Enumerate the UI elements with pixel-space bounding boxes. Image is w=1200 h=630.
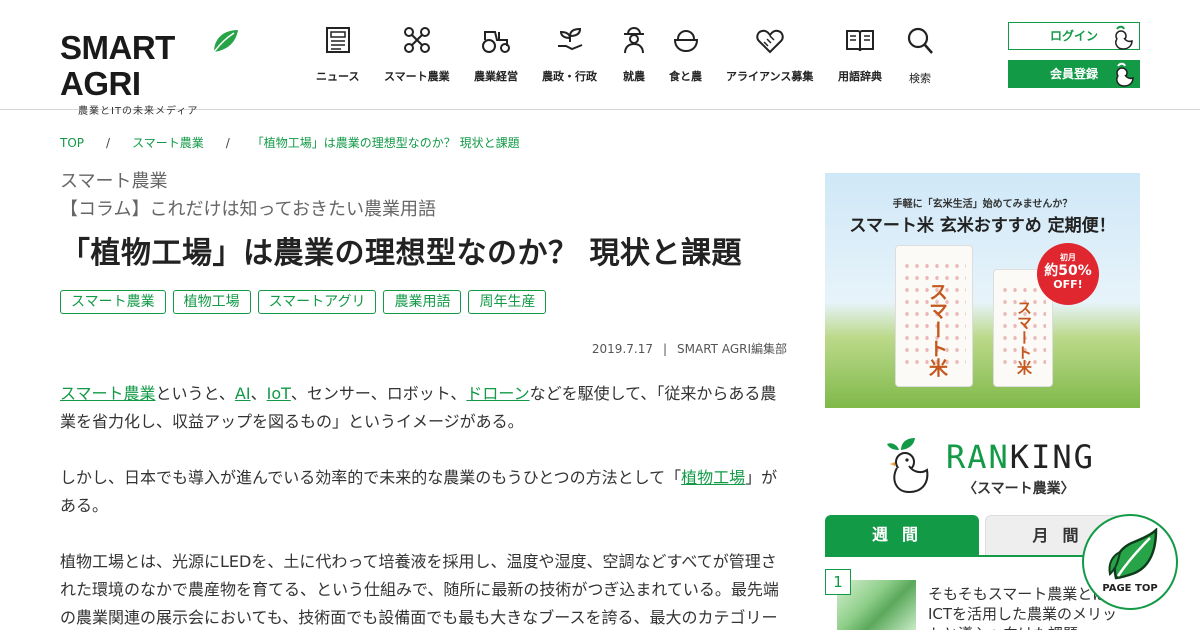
paragraph: スマート農業というと、AI、IoT、センサー、ロボット、ドローンなどを駆使して、…	[60, 380, 790, 436]
nav-label: ニュース	[316, 70, 360, 83]
nav-item-policy[interactable]: 農政・行政	[542, 26, 597, 84]
ranking-heading: RANKING 〈スマート農業〉	[825, 430, 1140, 500]
bird-icon	[1116, 62, 1134, 87]
tag[interactable]: 周年生産	[468, 290, 547, 314]
register-label: 会員登録	[1049, 67, 1098, 81]
ad-tagline: 手軽に「玄米生活」始めてみませんか？	[892, 199, 1073, 210]
link-iot[interactable]: IoT	[267, 384, 291, 403]
rice-bowl-icon	[673, 29, 698, 53]
bird-icon	[1115, 25, 1133, 50]
breadcrumb: TOP / スマート農業 / 「植物工場」は農業の理想型なのか？ 現状と課題	[60, 134, 520, 151]
tag-list: スマート農業 植物工場 スマートアグリ 農業用語 周年生産	[60, 290, 790, 314]
rice-bag-label: スマート米	[1015, 300, 1033, 375]
nav-label: 検索	[909, 72, 931, 85]
nav-label: 農政・行政	[542, 70, 597, 83]
tag[interactable]: スマートアグリ	[257, 290, 377, 314]
login-label: ログイン	[1049, 29, 1098, 43]
nav-label: 農業経営	[474, 70, 518, 83]
author: SMART AGRI編集部	[677, 342, 787, 356]
leaf-icon	[1108, 528, 1158, 580]
handshake-icon	[755, 29, 784, 54]
link-smart-agri[interactable]: スマート農業	[60, 384, 156, 403]
text: 、センサー、ロボット、	[290, 384, 467, 403]
rice-bag-label: スマート米	[926, 282, 948, 377]
article-category: スマート農業	[60, 171, 168, 192]
text: 、	[250, 384, 267, 403]
page-top-button[interactable]: PAGE TOP	[1082, 514, 1178, 610]
leaf-icon	[213, 30, 238, 53]
link-ai[interactable]: AI	[235, 384, 251, 403]
meta-separator: |	[662, 342, 668, 356]
discount-badge: 初月 約50% OFF!	[1037, 243, 1099, 305]
site-logo[interactable]: SMART AGRI 農業とITの未来メディア	[60, 30, 240, 117]
breadcrumb-separator: /	[225, 136, 230, 150]
ad-banner[interactable]: 手軽に「玄米生活」始めてみませんか？ スマート米 玄米おすすめ 定期便！ スマー…	[825, 173, 1140, 408]
breadcrumb-separator: /	[106, 136, 111, 150]
publish-date: 2019.7.17	[591, 342, 653, 356]
rank-number: 1	[825, 569, 851, 595]
badge-text: 初月	[1060, 253, 1076, 262]
ad-headline: スマート米 玄米おすすめ 定期便！	[849, 216, 1116, 236]
newspaper-icon	[325, 27, 350, 53]
ranking-title: RANKING	[946, 438, 1095, 476]
ranking-title-black: KING	[1009, 438, 1095, 476]
search-icon	[907, 27, 933, 54]
nav-item-alliance[interactable]: アライアンス募集	[726, 26, 813, 84]
drone-icon	[403, 27, 430, 53]
paragraph: 植物工場とは、光源にLEDを、土に代わって培養液を採用し、温度や湿度、空調などす…	[60, 552, 779, 627]
article: スマート農業 【コラム】これだけは知っておきたい農業用語 「植物工場」は農業の理…	[60, 168, 790, 627]
text: というと、	[155, 384, 235, 403]
nav-item-glossary[interactable]: 用語辞典	[838, 26, 882, 84]
breadcrumb-top[interactable]: TOP	[60, 136, 84, 150]
site-header: SMART AGRI 農業とITの未来メディア ニュース スマート農業 農業経営…	[0, 0, 1200, 117]
register-button[interactable]: 会員登録	[1008, 60, 1140, 88]
nav-label: アライアンス募集	[726, 70, 814, 83]
tag[interactable]: 農業用語	[383, 290, 462, 314]
tab-weekly[interactable]: 週間	[825, 515, 979, 556]
breadcrumb-category[interactable]: スマート農業	[132, 136, 204, 150]
nav-item-farming-jobs[interactable]: 就農	[621, 26, 647, 84]
link-plant-factory[interactable]: 植物工場	[681, 468, 745, 487]
logo-tagline: 農業とITの未来メディア	[78, 106, 199, 117]
sprout-hand-icon	[557, 27, 582, 51]
nav-item-news[interactable]: ニュース	[316, 26, 359, 84]
text: しかし、日本でも導入が進んでいる効率的で未来的な農業のもうひとつの方法として「	[60, 468, 682, 487]
login-button[interactable]: ログイン	[1008, 22, 1140, 50]
article-meta: 2019.7.17 | SMART AGRI編集部	[592, 340, 787, 357]
page-top-label: PAGE TOP	[1102, 583, 1158, 594]
nav-item-farm-management[interactable]: 農業経営	[474, 26, 518, 84]
nav-label: 就農	[623, 70, 645, 83]
farmer-icon	[624, 26, 644, 54]
badge-percent: 約50%	[1044, 263, 1092, 279]
nav-label: スマート農業	[384, 70, 450, 83]
badge-off: OFF!	[1053, 278, 1083, 291]
ranking-subtitle: 〈スマート農業〉	[963, 481, 1075, 497]
article-body: スマート農業というと、AI、IoT、センサー、ロボット、ドローンなどを駆使して、…	[60, 380, 790, 630]
article-series: 【コラム】これだけは知っておきたい農業用語	[60, 199, 437, 220]
nav-item-search[interactable]: 検索	[906, 26, 934, 86]
book-icon	[846, 30, 874, 52]
link-drone[interactable]: ドローン	[466, 384, 529, 403]
ranking-title-green: RAN	[946, 438, 1010, 476]
bird-mascot-icon	[887, 438, 929, 494]
tag[interactable]: 植物工場	[172, 290, 251, 314]
nav-label: 用語辞典	[838, 70, 882, 83]
nav-item-food[interactable]: 食と農	[669, 26, 702, 84]
tag[interactable]: スマート農業	[60, 290, 166, 314]
page-title: 「植物工場」は農業の理想型なのか？ 現状と課題	[60, 236, 742, 271]
breadcrumb-current[interactable]: 「植物工場」は農業の理想型なのか？ 現状と課題	[252, 136, 520, 150]
nav-item-smart-agri[interactable]: スマート農業	[384, 26, 450, 84]
tractor-icon	[482, 31, 510, 53]
paragraph: しかし、日本でも導入が進んでいる効率的で未来的な農業のもうひとつの方法として「植…	[60, 464, 790, 520]
nav-label: 食と農	[669, 70, 702, 83]
rice-bag-image: スマート米	[895, 245, 973, 387]
